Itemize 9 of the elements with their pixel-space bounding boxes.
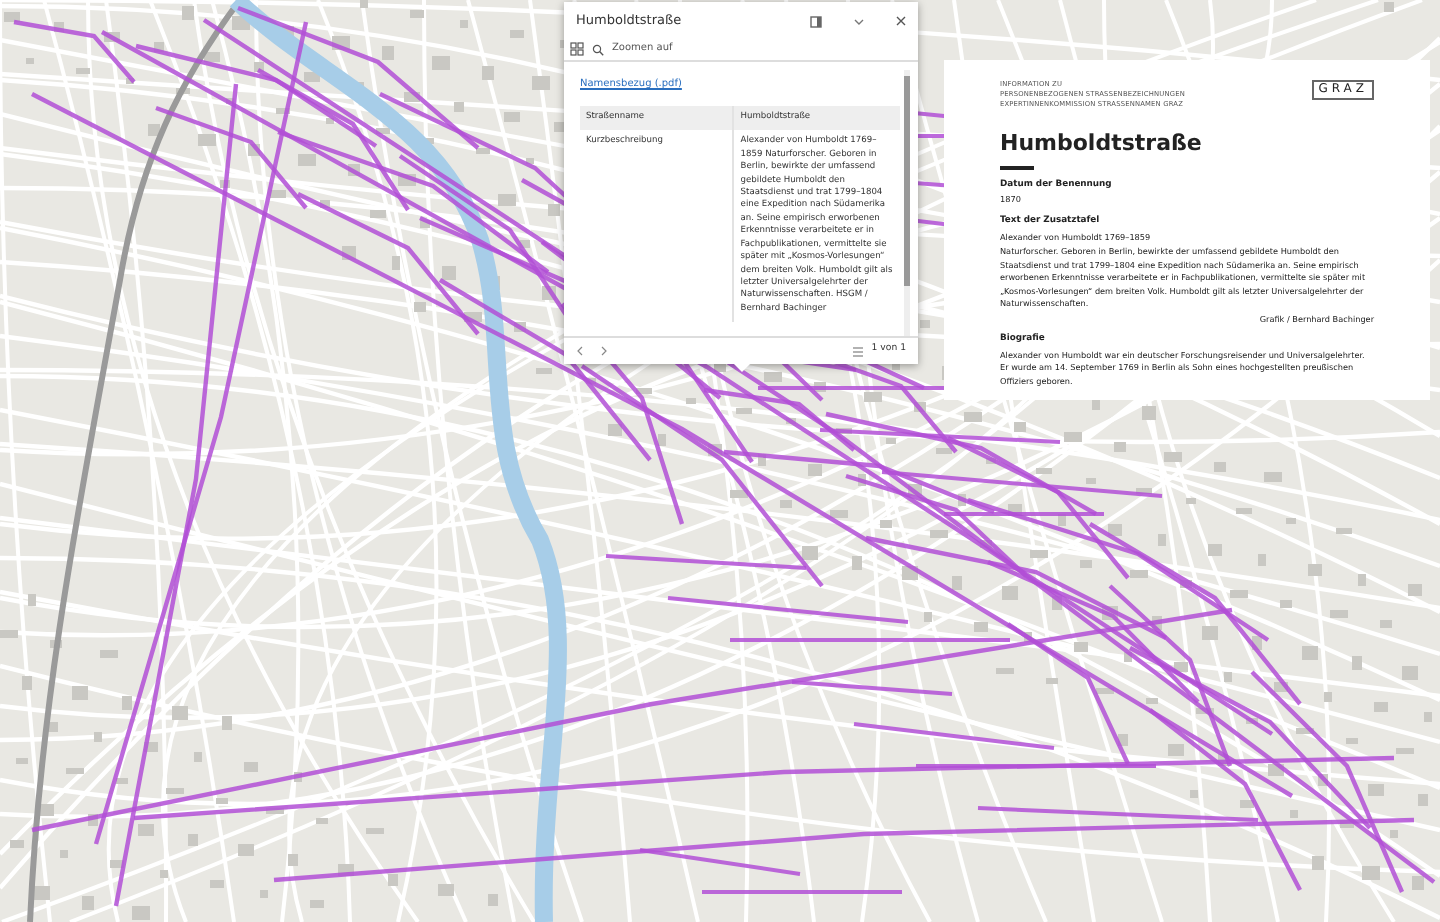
actions-icon[interactable]: [570, 42, 584, 56]
dock-icon[interactable]: [810, 15, 822, 28]
scrollbar[interactable]: [904, 70, 910, 337]
collapse-icon[interactable]: [854, 17, 864, 26]
document-title: Humboldtstraße: [1000, 128, 1204, 161]
search-icon: [592, 43, 604, 55]
next-icon[interactable]: [600, 346, 608, 357]
previous-icon[interactable]: [576, 346, 584, 357]
close-icon[interactable]: [896, 16, 906, 27]
